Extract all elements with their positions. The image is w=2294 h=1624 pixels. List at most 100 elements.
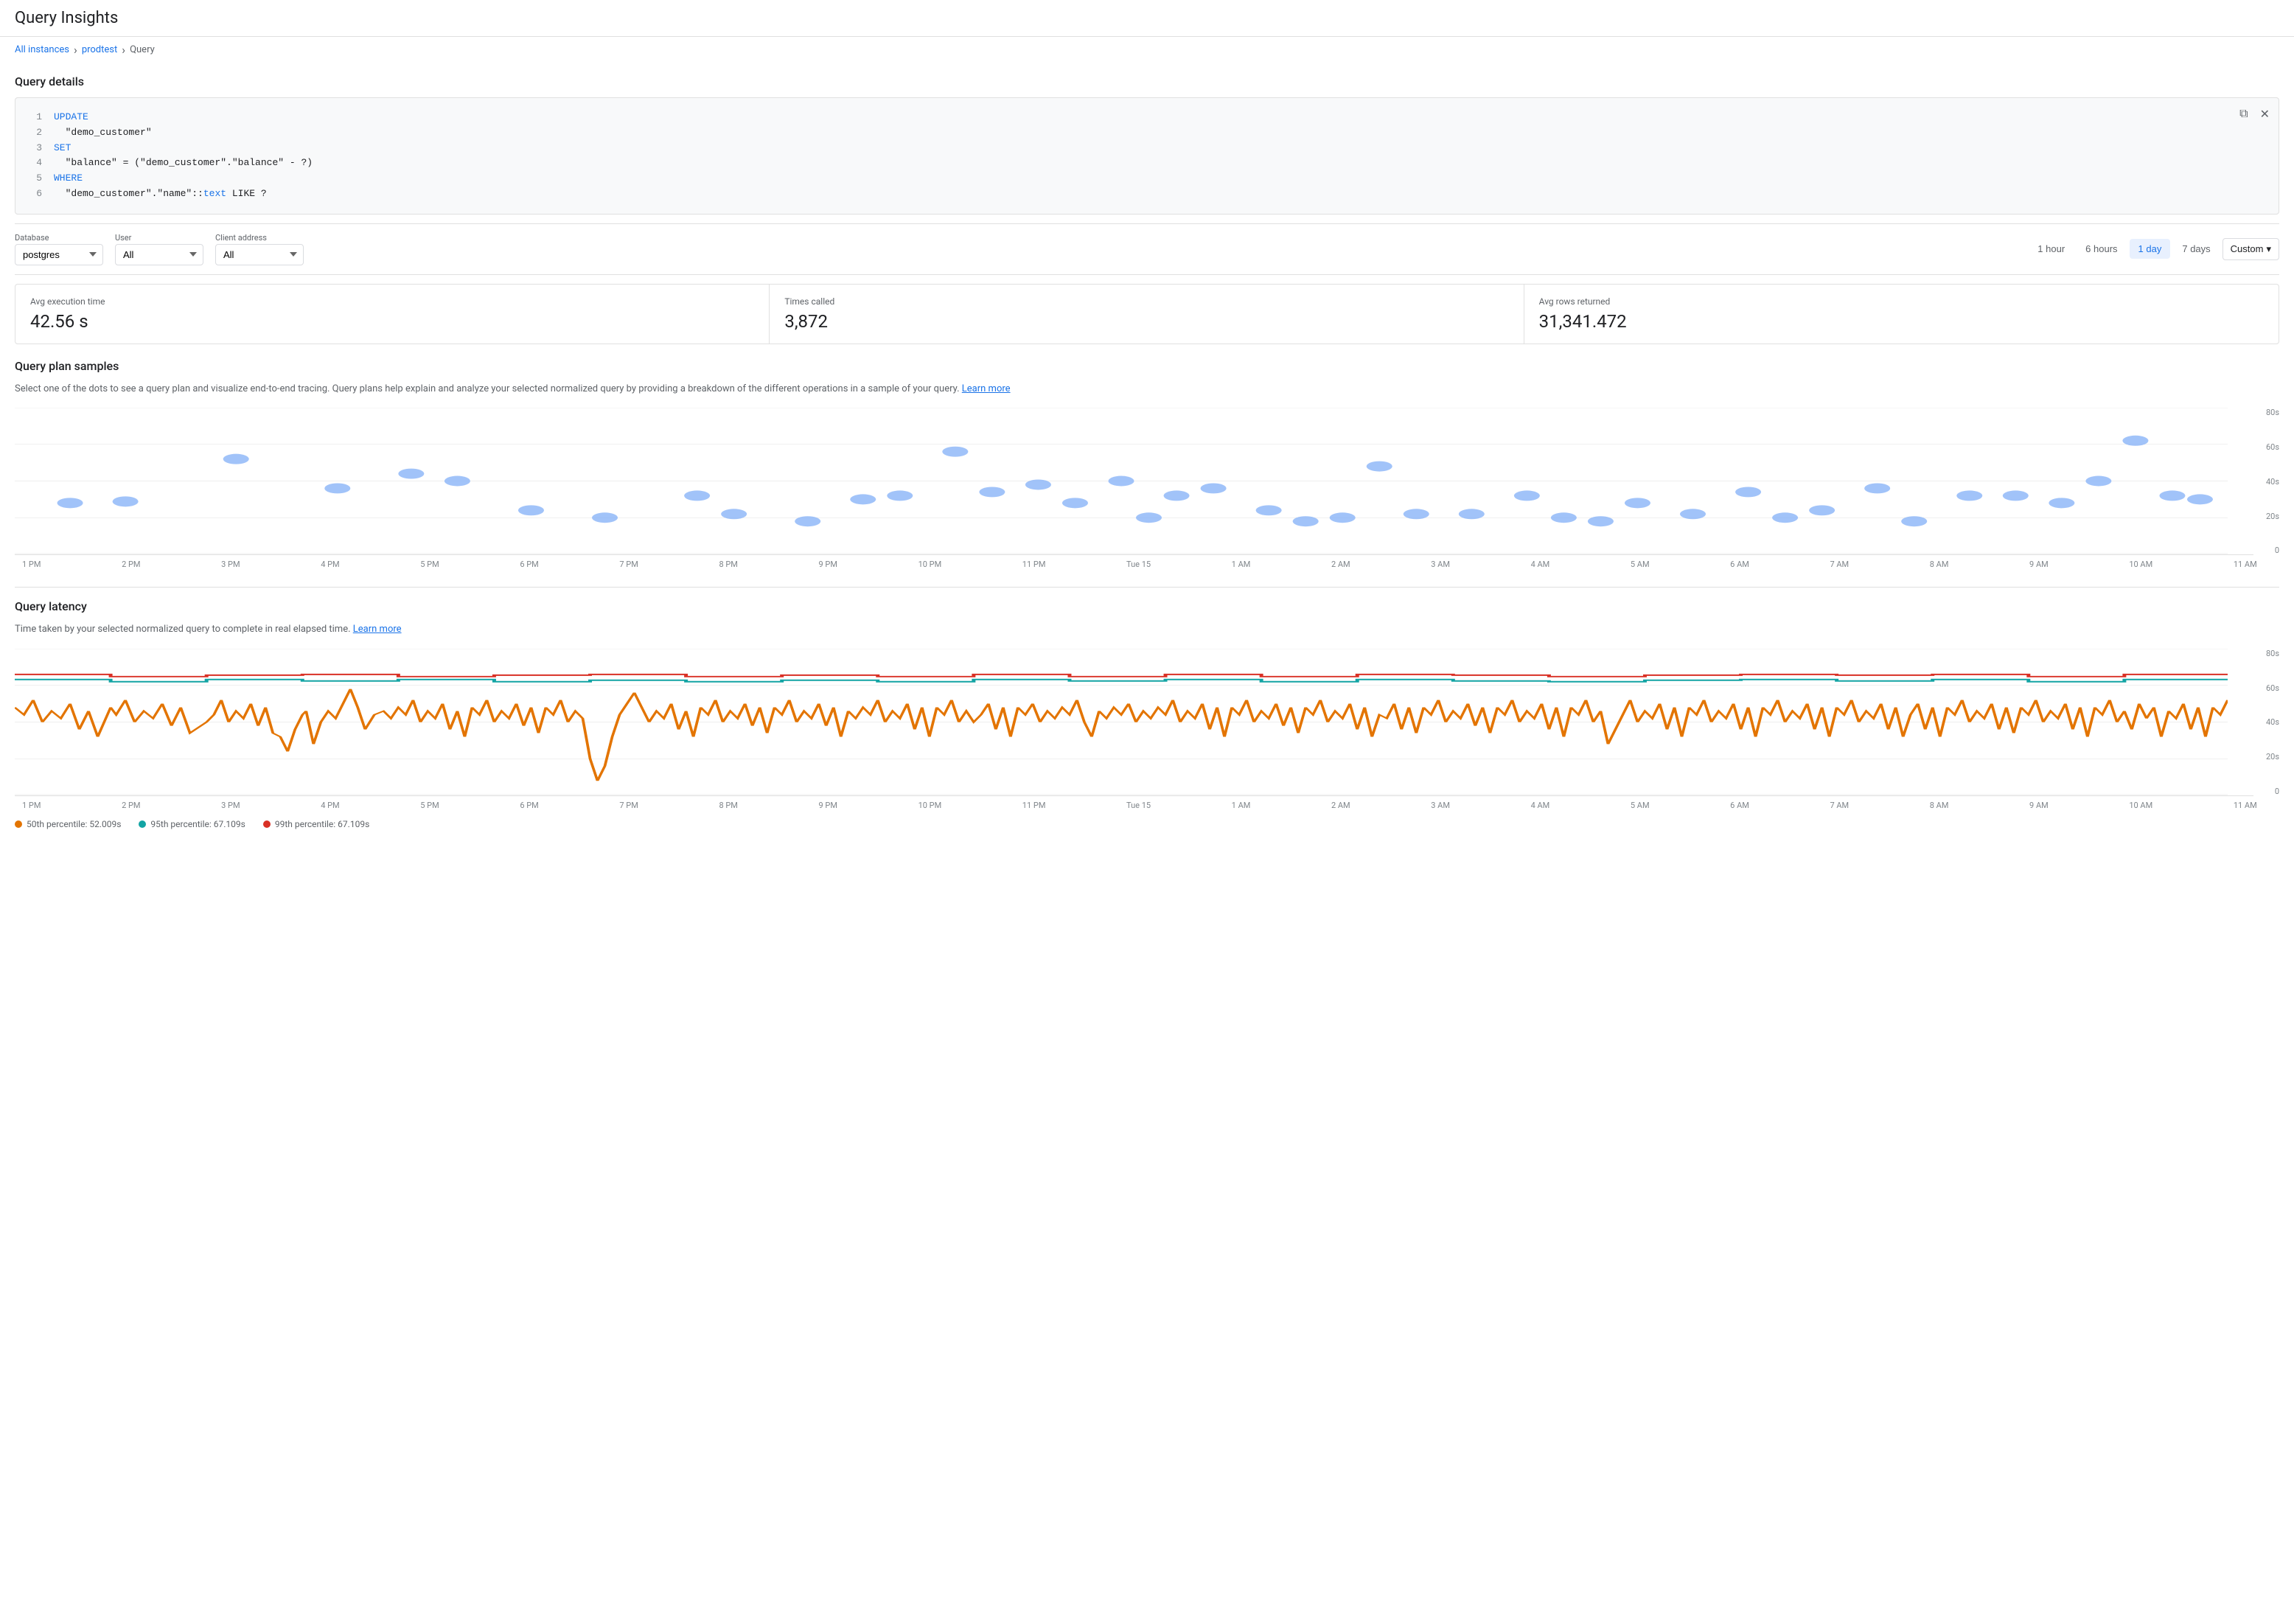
latency-learn-more[interactable]: Learn more <box>353 624 402 635</box>
top-bar: Query Insights <box>0 0 2294 37</box>
time-btn-1hour[interactable]: 1 hour <box>2029 239 2074 259</box>
legend-50th-icon <box>15 820 22 828</box>
code-line-4: 4 "balance" = ("demo_customer"."balance"… <box>27 156 2267 171</box>
x-label-3am: 3 AM <box>1431 560 1450 569</box>
breadcrumb-all-instances[interactable]: All instances <box>15 44 69 55</box>
scatter-y-40: 40s <box>2253 477 2279 487</box>
stat-times-called-value: 3,872 <box>784 311 1508 332</box>
latency-y-0: 0 <box>2253 787 2279 796</box>
section-divider <box>15 587 2279 588</box>
line-num-4: 4 <box>27 156 42 171</box>
database-filter: Database postgres <box>15 233 103 265</box>
stat-avg-rows-label: Avg rows returned <box>1539 296 2264 307</box>
lat-x-8am: 8 AM <box>1930 801 1949 810</box>
x-label-8am: 8 AM <box>1930 560 1949 569</box>
user-filter: User All <box>115 233 203 265</box>
x-label-7pm: 7 PM <box>619 560 638 569</box>
legend-99th-icon <box>263 820 271 828</box>
database-select[interactable]: postgres <box>15 244 103 265</box>
lat-x-10pm: 10 PM <box>918 801 942 810</box>
lat-x-11pm: 11 PM <box>1022 801 1046 810</box>
scatter-y-80: 80s <box>2253 408 2279 417</box>
latency-chart-area <box>15 649 2253 796</box>
legend-50th: 50th percentile: 52.009s <box>15 819 121 829</box>
line-num-1: 1 <box>27 110 42 125</box>
x-label-10am: 10 AM <box>2129 560 2152 569</box>
client-address-filter: Client address All <box>215 233 304 265</box>
latency-chart: 80s 60s 40s 20s 0 1 PM 2 PM 3 PM 4 PM 5 … <box>15 649 2279 810</box>
scatter-y-0: 0 <box>2253 546 2279 555</box>
x-label-1am: 1 AM <box>1232 560 1251 569</box>
close-button[interactable]: ✕ <box>2257 104 2273 125</box>
lat-x-4pm: 4 PM <box>321 801 339 810</box>
stat-avg-rows: Avg rows returned 31,341.472 <box>1524 285 2279 344</box>
client-address-select[interactable]: All <box>215 244 304 265</box>
lat-x-3am: 3 AM <box>1431 801 1450 810</box>
latency-y-60: 60s <box>2253 683 2279 693</box>
scatter-chart-area <box>15 408 2253 555</box>
scatter-y-20: 20s <box>2253 512 2279 521</box>
lat-x-1am: 1 AM <box>1232 801 1251 810</box>
stat-avg-exec-value: 42.56 s <box>30 311 754 332</box>
lat-x-9am: 9 AM <box>2029 801 2049 810</box>
query-plan-section: Query plan samples Select one of the dot… <box>15 359 2279 570</box>
x-label-8pm: 8 PM <box>719 560 737 569</box>
lat-x-7am: 7 AM <box>1830 801 1849 810</box>
stat-times-called-label: Times called <box>784 296 1508 307</box>
code-text-2: "demo_customer" <box>54 125 152 141</box>
user-label: User <box>115 233 203 243</box>
breadcrumb-sep2: › <box>122 43 125 57</box>
query-plan-learn-more[interactable]: Learn more <box>962 383 1011 394</box>
query-latency-title: Query latency <box>15 599 2279 613</box>
copy-button[interactable]: ⧉ <box>2237 104 2251 125</box>
x-label-6pm: 6 PM <box>520 560 538 569</box>
main-content: Query details 1 UPDATE 2 "demo_customer"… <box>0 74 2294 862</box>
x-label-1pm: 1 PM <box>22 560 41 569</box>
time-btn-1day[interactable]: 1 day <box>2130 239 2171 259</box>
lat-x-9pm: 9 PM <box>819 801 837 810</box>
client-address-label: Client address <box>215 233 304 243</box>
latency-x-labels: 1 PM 2 PM 3 PM 4 PM 5 PM 6 PM 7 PM 8 PM … <box>15 796 2279 810</box>
line-num-6: 6 <box>27 187 42 202</box>
query-details-title: Query details <box>15 74 2279 88</box>
time-btn-7days[interactable]: 7 days <box>2173 239 2219 259</box>
code-text-6: "demo_customer"."name"::text LIKE ? <box>54 187 267 202</box>
scatter-chart: 80s 60s 40s 20s 0 1 PM 2 PM 3 PM 4 PM 5 … <box>15 408 2279 569</box>
user-select[interactable]: All <box>115 244 203 265</box>
x-label-5pm: 5 PM <box>420 560 439 569</box>
time-btn-6hours[interactable]: 6 hours <box>2077 239 2126 259</box>
x-label-4pm: 4 PM <box>321 560 339 569</box>
time-btn-custom[interactable]: Custom ▾ <box>2222 238 2279 260</box>
x-label-9pm: 9 PM <box>819 560 837 569</box>
query-latency-section: Query latency Time taken by your selecte… <box>15 599 2279 829</box>
line-num-3: 3 <box>27 141 42 156</box>
code-line-5: 5 WHERE <box>27 171 2267 187</box>
lat-x-6am: 6 AM <box>1730 801 1749 810</box>
stat-avg-rows-value: 31,341.472 <box>1539 311 2264 332</box>
query-plan-title: Query plan samples <box>15 359 2279 373</box>
x-label-tue15: Tue 15 <box>1126 560 1151 569</box>
line-num-2: 2 <box>27 125 42 141</box>
x-label-7am: 7 AM <box>1830 560 1849 569</box>
lat-x-6pm: 6 PM <box>520 801 538 810</box>
legend-99th: 99th percentile: 67.109s <box>263 819 369 829</box>
database-label: Database <box>15 233 103 243</box>
breadcrumb-query: Query <box>130 44 155 55</box>
lat-x-2am: 2 AM <box>1331 801 1350 810</box>
legend-95th: 95th percentile: 67.109s <box>139 819 245 829</box>
latency-svg <box>15 649 2228 795</box>
lat-x-2pm: 2 PM <box>122 801 140 810</box>
lat-x-11am: 11 AM <box>2234 801 2257 810</box>
stats-row: Avg execution time 42.56 s Times called … <box>15 284 2279 344</box>
code-line-1: 1 UPDATE <box>27 110 2267 125</box>
lat-x-4am: 4 AM <box>1531 801 1550 810</box>
code-actions: ⧉ ✕ <box>2237 104 2273 125</box>
latency-y-40: 40s <box>2253 717 2279 727</box>
lat-x-10am: 10 AM <box>2129 801 2152 810</box>
stat-avg-exec-label: Avg execution time <box>30 296 754 307</box>
code-line-6: 6 "demo_customer"."name"::text LIKE ? <box>27 187 2267 202</box>
scatter-svg <box>15 408 2228 554</box>
legend-95th-label: 95th percentile: 67.109s <box>150 819 245 829</box>
code-block: 1 UPDATE 2 "demo_customer" 3 SET 4 "bala… <box>15 97 2279 215</box>
breadcrumb-prodtest[interactable]: prodtest <box>82 44 117 55</box>
